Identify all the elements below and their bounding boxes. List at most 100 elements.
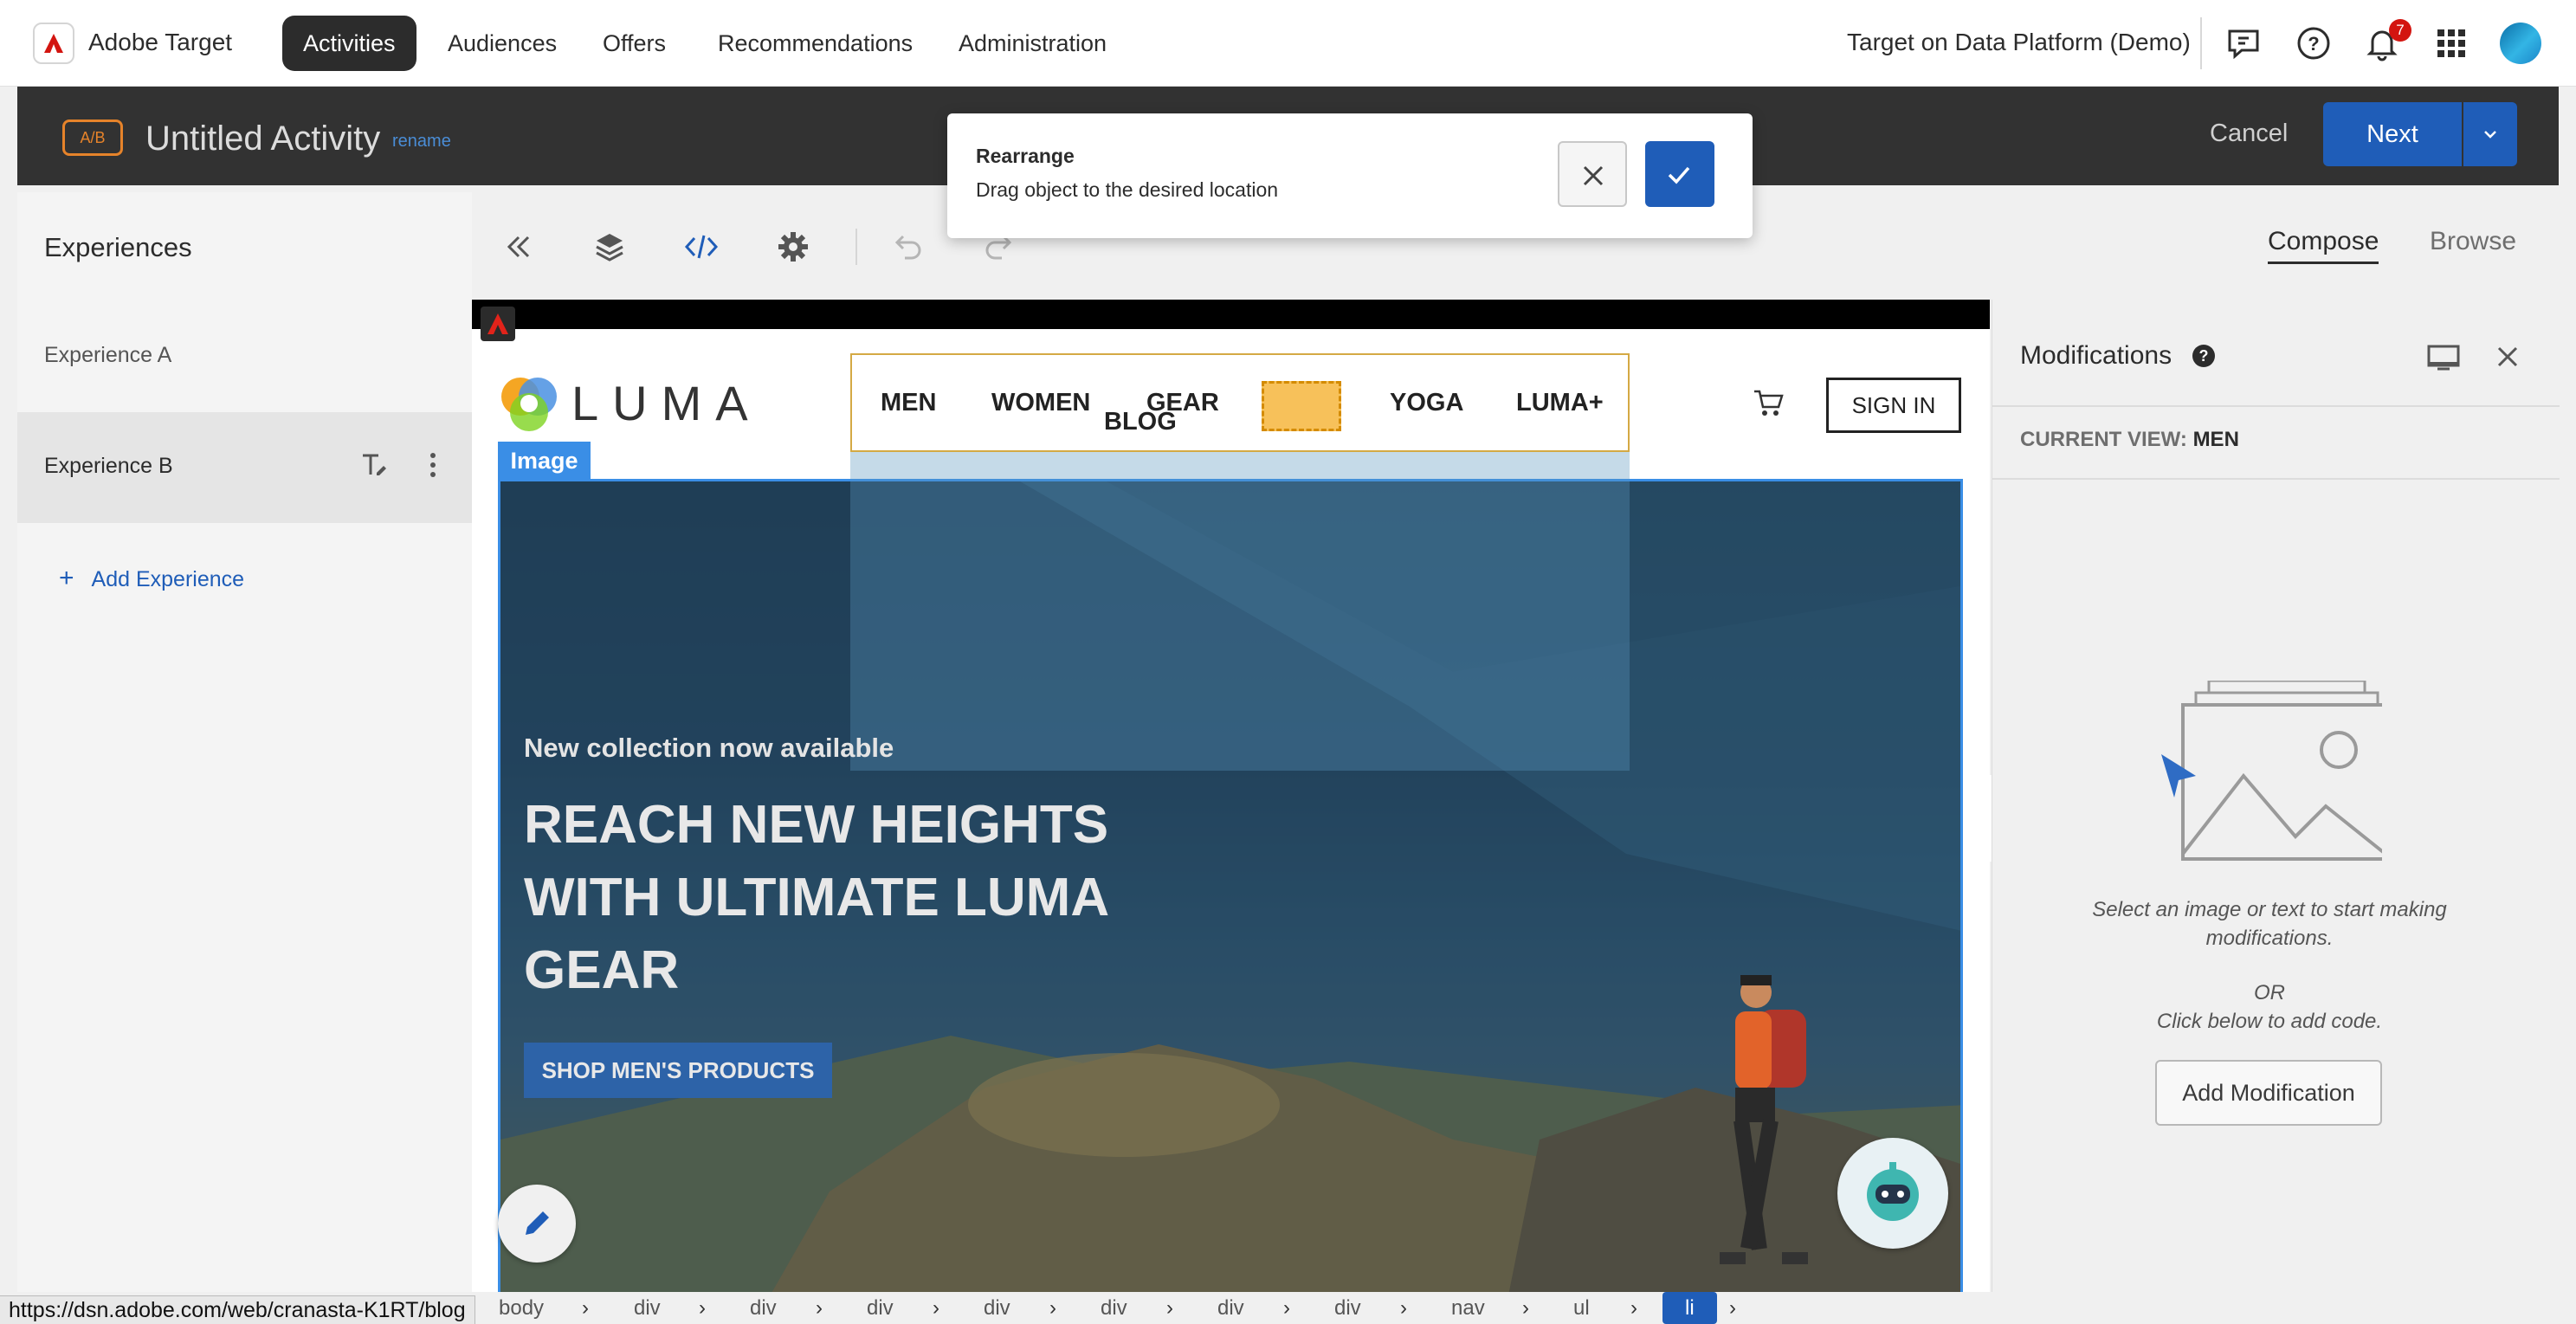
- dialog-confirm-button[interactable]: [1645, 141, 1714, 207]
- nav-offers[interactable]: Offers: [582, 16, 687, 71]
- help-icon[interactable]: ?: [2295, 24, 2333, 62]
- rename-link[interactable]: rename: [392, 132, 451, 152]
- crumb-div[interactable]: div: [984, 1292, 1010, 1324]
- empty-state-image-icon: [2157, 679, 2392, 867]
- hero-subtitle[interactable]: New collection now available: [524, 733, 894, 764]
- chevron-right-icon: ›: [1283, 1296, 1290, 1320]
- adobe-logo-icon[interactable]: [33, 23, 74, 64]
- tab-compose[interactable]: Compose: [2268, 227, 2379, 264]
- notification-badge: 7: [2389, 19, 2411, 42]
- nav-administration[interactable]: Administration: [938, 16, 1127, 71]
- chevron-down-icon: [2484, 131, 2496, 139]
- shop-mens-button[interactable]: SHOP MEN'S PRODUCTS: [524, 1043, 832, 1098]
- help-icon[interactable]: ?: [2192, 345, 2215, 367]
- rename-text-icon[interactable]: [359, 450, 389, 484]
- chevron-right-icon: ›: [1729, 1296, 1736, 1320]
- crumb-nav[interactable]: nav: [1451, 1292, 1485, 1324]
- checkmark-icon: [1668, 166, 1690, 184]
- experiences-sidebar: Experiences Experience A Experience B + A…: [17, 192, 472, 1292]
- edit-pencil-button[interactable]: [498, 1185, 576, 1263]
- code-icon[interactable]: [683, 229, 720, 265]
- modifications-panel: Modifications ? CURRENT VIEW: MEN Select…: [1992, 300, 2560, 1292]
- cancel-button[interactable]: Cancel: [2210, 119, 2288, 148]
- close-icon: [1583, 165, 1604, 186]
- close-panel-icon[interactable]: [2495, 345, 2520, 373]
- layers-icon[interactable]: [591, 229, 628, 265]
- next-button[interactable]: Next: [2323, 102, 2462, 166]
- apps-grid-icon[interactable]: [2432, 24, 2470, 62]
- menu-item-women[interactable]: WOMEN: [991, 389, 1090, 417]
- target-logo-icon: [481, 307, 515, 341]
- undo-icon[interactable]: [889, 229, 926, 265]
- crumb-div[interactable]: div: [1217, 1292, 1244, 1324]
- add-modification-button[interactable]: Add Modification: [2155, 1060, 2382, 1126]
- crumb-div[interactable]: div: [867, 1292, 894, 1324]
- chevron-right-icon: ›: [816, 1296, 823, 1320]
- svg-text:?: ?: [2308, 33, 2319, 55]
- cart-icon[interactable]: [1752, 386, 1785, 423]
- chevron-right-icon: ›: [1049, 1296, 1056, 1320]
- next-dropdown-button[interactable]: [2463, 102, 2517, 166]
- crumb-div[interactable]: div: [1334, 1292, 1361, 1324]
- rearrange-dialog: Rearrange Drag object to the desired loc…: [947, 113, 1753, 238]
- nav-activities[interactable]: Activities: [282, 16, 416, 71]
- nav-audiences[interactable]: Audiences: [427, 16, 578, 71]
- user-avatar[interactable]: [2500, 23, 2541, 64]
- crumb-div[interactable]: div: [1101, 1292, 1127, 1324]
- org-switcher[interactable]: Target on Data Platform (Demo): [1847, 29, 2191, 56]
- chevron-right-icon: ›: [582, 1296, 589, 1320]
- add-experience-button[interactable]: + Add Experience: [59, 564, 244, 593]
- chevron-right-icon: ›: [699, 1296, 706, 1320]
- dialog-message: Drag object to the desired location: [976, 178, 1279, 201]
- activity-title: Untitled Activity: [145, 119, 381, 158]
- menu-item-yoga[interactable]: YOGA: [1390, 389, 1463, 417]
- drop-target-placeholder[interactable]: [1262, 381, 1341, 431]
- crumb-ul[interactable]: ul: [1573, 1292, 1590, 1324]
- menu-item-luma-plus[interactable]: LUMA+: [1516, 389, 1604, 417]
- luma-wordmark[interactable]: LUMA: [571, 375, 762, 431]
- hiker-figure: [1695, 966, 1834, 1282]
- element-type-tag: Image: [498, 442, 591, 480]
- crumb-div[interactable]: div: [634, 1292, 661, 1324]
- experience-a-item[interactable]: Experience A: [44, 343, 171, 368]
- crumb-li-active[interactable]: li: [1662, 1292, 1717, 1324]
- tab-browse[interactable]: Browse: [2430, 227, 2516, 256]
- plus-icon: +: [59, 564, 74, 592]
- element-breadcrumb: body › div › div › div › div › div › div…: [485, 1292, 2559, 1324]
- panel-divider: [1992, 478, 2560, 480]
- dialog-title: Rearrange: [976, 145, 1075, 167]
- app-name[interactable]: Adobe Target: [88, 29, 232, 56]
- status-url: https://dsn.adobe.com/web/cranasta-K1RT/…: [0, 1295, 475, 1324]
- device-preview-icon[interactable]: [2427, 345, 2460, 375]
- crumb-body[interactable]: body: [499, 1292, 544, 1324]
- add-experience-label: Add Experience: [91, 567, 245, 591]
- chevron-right-icon: ›: [1166, 1296, 1173, 1320]
- panel-resize-handle[interactable]: [1972, 775, 1992, 862]
- pencil-icon: [526, 1211, 549, 1235]
- chatbot-button[interactable]: [1837, 1138, 1948, 1249]
- luma-logo-icon[interactable]: [496, 371, 562, 441]
- nav-divider: [2200, 17, 2202, 69]
- settings-icon[interactable]: [775, 229, 811, 265]
- more-options-icon[interactable]: [427, 450, 439, 484]
- menu-item-men[interactable]: MEN: [881, 389, 936, 417]
- top-navigation: Adobe Target Activities Audiences Offers…: [0, 0, 2576, 87]
- dialog-cancel-button[interactable]: [1558, 141, 1627, 207]
- drag-ghost-overlay: [850, 452, 1630, 771]
- panel-divider: [1992, 405, 2560, 407]
- collapse-left-icon[interactable]: [500, 229, 536, 265]
- hero-heading[interactable]: REACH NEW HEIGHTS WITH ULTIMATE LUMA GEA…: [524, 789, 1182, 1007]
- empty-state-or: OR Click below to add code.: [2156, 981, 2383, 1033]
- experience-b-item[interactable]: Experience B: [17, 412, 472, 523]
- chevron-right-icon: ›: [1630, 1296, 1637, 1320]
- preview-top-bar: [472, 300, 1990, 329]
- chevron-right-icon: ›: [1522, 1296, 1529, 1320]
- dragged-menu-item-blog[interactable]: BLOG: [1104, 408, 1177, 436]
- chevron-right-icon: ›: [933, 1296, 939, 1320]
- page-preview[interactable]: LUMA MEN WOMEN GEAR YOGA LUMA+ BLOG SIGN…: [472, 300, 1990, 1292]
- feedback-icon[interactable]: [2224, 24, 2263, 62]
- crumb-div[interactable]: div: [750, 1292, 777, 1324]
- modifications-title: Modifications: [2020, 341, 2172, 370]
- nav-recommendations[interactable]: Recommendations: [697, 16, 933, 71]
- sign-in-button[interactable]: SIGN IN: [1826, 378, 1961, 433]
